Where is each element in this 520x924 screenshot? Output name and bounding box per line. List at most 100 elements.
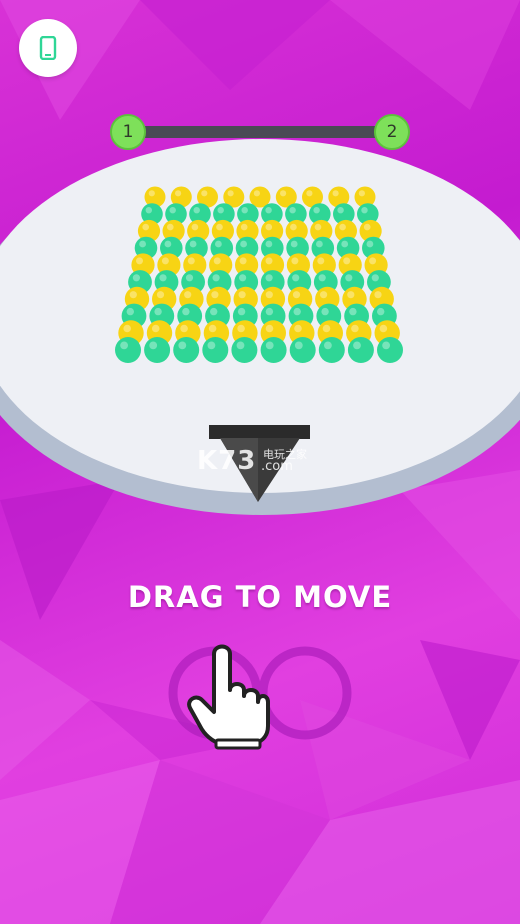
- ball-highlight: [324, 341, 332, 350]
- green-ball: [202, 337, 229, 363]
- ball-highlight: [184, 291, 192, 299]
- ball-highlight: [293, 307, 301, 316]
- ball-highlight: [289, 207, 296, 214]
- ball-highlight: [294, 324, 302, 333]
- ball-highlight: [241, 207, 248, 214]
- green-ball: [260, 337, 287, 363]
- ball-highlight: [236, 341, 245, 350]
- green-ball: [144, 337, 171, 363]
- watermark: K73 电玩之家 .com: [197, 446, 307, 476]
- drag-instruction-text: DRAG TO MOVE: [127, 580, 393, 614]
- ball-highlight: [207, 341, 216, 350]
- green-ball: [377, 337, 403, 363]
- ball-highlight: [145, 207, 152, 214]
- ball-highlight: [363, 223, 371, 231]
- ball-highlight: [212, 274, 220, 282]
- ball-highlight: [347, 291, 355, 299]
- ball-highlight: [216, 223, 223, 231]
- ball-highlight: [377, 307, 385, 316]
- green-ball: [318, 337, 345, 363]
- ball-highlight: [306, 190, 313, 197]
- ball-highlight: [291, 257, 299, 265]
- ball-highlight: [215, 240, 222, 248]
- ball-highlight: [161, 257, 169, 265]
- ball-highlight: [149, 341, 158, 350]
- ball-highlight: [129, 291, 137, 299]
- ball-highlight: [265, 341, 274, 350]
- ball-highlight: [265, 223, 273, 231]
- ball-highlight: [159, 274, 167, 282]
- ball-highlight: [167, 223, 174, 231]
- ball-highlight: [265, 291, 273, 299]
- ball-highlight: [351, 324, 359, 333]
- ball-highlight: [237, 324, 245, 333]
- drag-gesture-hint: [168, 644, 352, 750]
- ball-highlight: [292, 291, 301, 299]
- ball-highlight: [316, 240, 323, 248]
- ball-highlight: [318, 274, 326, 282]
- ball-highlight: [322, 324, 331, 333]
- ball-highlight: [353, 341, 361, 350]
- ball-highlight: [123, 324, 131, 333]
- green-ball: [173, 337, 200, 363]
- ball-highlight: [265, 274, 273, 282]
- ball-highlight: [148, 190, 155, 197]
- ball-highlight: [136, 257, 143, 265]
- ball-highlight: [185, 274, 194, 282]
- ball-highlight: [265, 257, 273, 265]
- ball-highlight: [379, 324, 388, 333]
- ball-highlight: [314, 223, 322, 231]
- ball-highlight: [154, 307, 162, 316]
- ball-highlight: [265, 307, 274, 316]
- ball-highlight: [345, 274, 353, 282]
- ball-highlight: [292, 274, 300, 282]
- green-ball: [347, 337, 374, 363]
- ball-highlight: [239, 274, 247, 282]
- ball-highlight: [180, 324, 188, 333]
- ball-highlight: [349, 307, 357, 316]
- ball-highlight: [201, 190, 208, 197]
- ball-highlight: [290, 240, 298, 248]
- ball-highlight: [227, 190, 234, 197]
- ball-highlight: [343, 257, 351, 265]
- ball-highlight: [253, 190, 260, 197]
- ball-highlight: [317, 257, 325, 265]
- ball-highlight: [237, 307, 246, 316]
- ball-highlight: [156, 291, 165, 299]
- ball-highlight: [139, 240, 147, 248]
- green-ball: [289, 337, 316, 363]
- watermark-tld: .com: [261, 459, 293, 474]
- ball-highlight: [280, 190, 287, 197]
- ball-highlight: [175, 190, 182, 197]
- ball-highlight: [210, 307, 218, 316]
- ball-highlight: [339, 223, 346, 231]
- ball-highlight: [217, 207, 224, 214]
- ball-highlight: [371, 274, 379, 282]
- ball-highlight: [366, 240, 374, 248]
- green-ball: [115, 337, 141, 363]
- ball-highlight: [337, 207, 344, 214]
- ball-highlight: [120, 341, 128, 350]
- ball-highlight: [169, 207, 176, 214]
- ball-highlight: [361, 207, 368, 214]
- ball-highlight: [132, 274, 140, 282]
- ball-highlight: [294, 341, 303, 350]
- ball-highlight: [191, 223, 199, 231]
- ball-highlight: [126, 307, 134, 316]
- ball-highlight: [189, 240, 197, 248]
- ball-highlight: [238, 291, 246, 299]
- ball-highlight: [320, 291, 328, 299]
- watermark-logo: K73: [197, 446, 257, 476]
- green-ball: [231, 337, 258, 363]
- ball-highlight: [358, 190, 365, 197]
- ball-highlight: [265, 240, 273, 248]
- ball-highlight: [332, 190, 339, 197]
- ball-highlight: [341, 240, 349, 248]
- ball-highlight: [265, 324, 274, 333]
- game-board[interactable]: [0, 0, 520, 924]
- ball-highlight: [374, 291, 382, 299]
- ball-highlight: [193, 207, 200, 214]
- ball-highlight: [187, 257, 195, 265]
- ball-highlight: [240, 240, 248, 248]
- ball-highlight: [178, 341, 187, 350]
